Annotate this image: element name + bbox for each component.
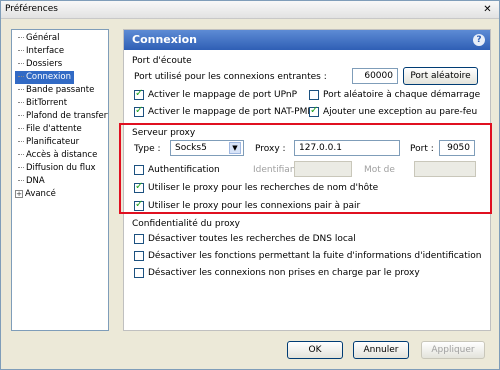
apply-button[interactable]: Appliquer (421, 341, 485, 359)
cancel-button[interactable]: Annuler (353, 341, 409, 359)
expand-icon[interactable]: + (15, 189, 23, 198)
random-start-checkbox[interactable] (309, 90, 319, 100)
dns-checkbox[interactable] (134, 234, 144, 244)
sidebar-item-advanced[interactable]: + Avancé (12, 188, 59, 201)
sidebar-item-streaming[interactable]: Diffusion du flux (15, 162, 99, 175)
firewall-label: Ajouter une exception au pare-feu (323, 107, 478, 117)
random-port-button[interactable]: Port aléatoire (403, 67, 478, 85)
unsupported-checkbox[interactable] (134, 268, 144, 278)
sidebar-item-remote-access[interactable]: Accès à distance (15, 149, 100, 162)
sidebar-item-scheduler[interactable]: Planificateur (15, 136, 82, 149)
sidebar-item-folders[interactable]: Dossiers (15, 58, 65, 71)
leak-label: Désactiver les fonctions permettant la f… (148, 251, 482, 261)
natpmp-label: Activer le mappage de port NAT-PMP (148, 107, 313, 117)
random-start-label: Port aléatoire à chaque démarrage (323, 90, 481, 100)
panel-title: Connexion (132, 33, 198, 46)
leak-checkbox[interactable] (134, 251, 144, 261)
incoming-port-label: Port utilisé pour les connexions entrant… (134, 72, 327, 82)
incoming-port-input[interactable]: 60000 (352, 68, 398, 84)
sidebar-item-bandwidth[interactable]: Bande passante (15, 84, 97, 97)
ok-button[interactable]: OK (287, 341, 343, 359)
panel-header: Connexion ? (124, 30, 490, 50)
natpmp-checkbox[interactable] (134, 105, 144, 117)
sidebar-item-general[interactable]: Général (15, 32, 63, 45)
category-sidebar: Général Interface Dossiers Connexion Ban… (11, 29, 109, 331)
privacy-group-title: Confidentialité du proxy (132, 219, 240, 229)
proxy-highlight-box (119, 123, 492, 214)
unsupported-label: Désactiver les connexions non prises en … (148, 268, 420, 278)
close-icon[interactable]: ✕ (480, 3, 495, 17)
title-bar[interactable]: Préférences ✕ (1, 1, 499, 19)
dns-label: Désactiver toutes les recherches de DNS … (148, 234, 356, 244)
sidebar-item-interface[interactable]: Interface (15, 45, 67, 58)
upnp-checkbox[interactable] (134, 88, 144, 100)
sidebar-item-dna[interactable]: DNA (15, 175, 48, 188)
preferences-window: Préférences ✕ Général Interface Dossiers… (0, 0, 500, 370)
help-icon[interactable]: ? (473, 34, 485, 46)
window-title: Préférences (5, 4, 58, 14)
firewall-checkbox[interactable] (309, 105, 319, 117)
sidebar-item-bittorrent[interactable]: BitTorrent (15, 97, 70, 110)
sidebar-item-transfer-cap[interactable]: Plafond de transfert (15, 110, 108, 123)
port-group-title: Port d'écoute (132, 56, 192, 66)
sidebar-item-queue[interactable]: File d'attente (15, 123, 85, 136)
sidebar-item-connection[interactable]: Connexion (15, 71, 74, 84)
upnp-label: Activer le mappage de port UPnP (148, 90, 298, 100)
